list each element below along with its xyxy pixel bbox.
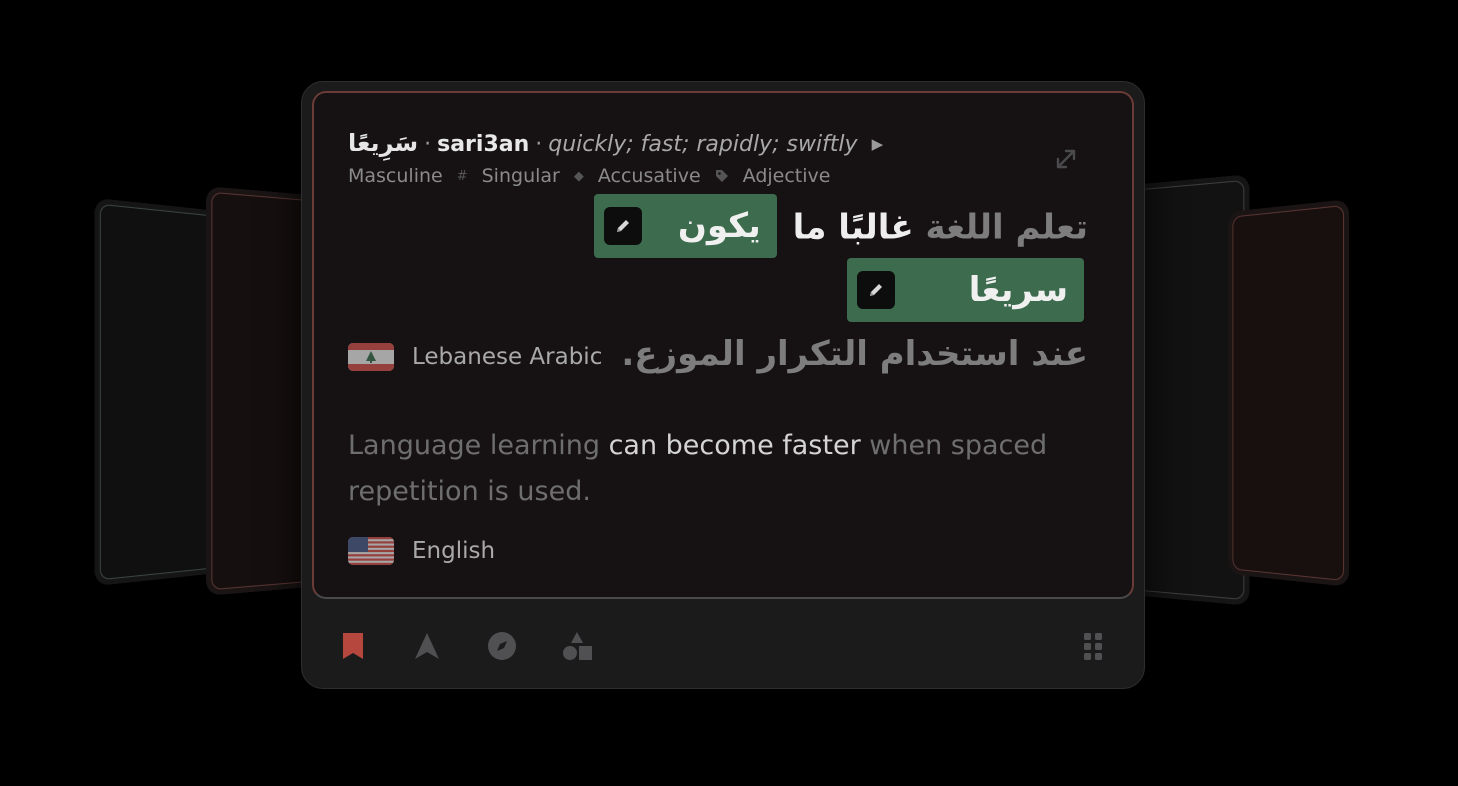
editable-word-chip[interactable]: يكون	[593, 194, 777, 258]
tag-gender: Masculine	[348, 165, 443, 187]
tag-case: Accusative	[597, 165, 701, 187]
lebanon-flag-icon	[348, 343, 394, 371]
chip-word: سريعًا	[968, 270, 1068, 310]
stage: سَرِيعًا · sari3an · quickly; fast; rapi…	[0, 0, 1458, 786]
separator-dot: ·	[424, 132, 432, 157]
english-sentence-highlight: can become faster	[608, 430, 861, 461]
stacked-card-right-far[interactable]	[1228, 199, 1350, 587]
bottom-toolbar	[302, 598, 1144, 688]
diamond-icon: ◆	[573, 168, 584, 184]
usa-flag-icon	[348, 537, 394, 565]
target-language-name: English	[412, 538, 496, 564]
target-language-label: English	[348, 537, 495, 565]
arabic-sentence-start: تعلم اللغة	[925, 207, 1088, 248]
navigate-icon[interactable]	[412, 631, 442, 661]
expand-icon[interactable]	[1052, 145, 1080, 173]
word-gloss: quickly; fast; rapidly; swiftly	[548, 132, 858, 157]
hash-icon: #	[456, 168, 468, 184]
english-sentence: Language learning can become faster when…	[348, 423, 1048, 515]
flashcard: سَرِيعًا · sari3an · quickly; fast; rapi…	[301, 81, 1145, 689]
grid-menu-icon[interactable]	[1078, 631, 1108, 661]
tag-part-of-speech: Adjective	[742, 165, 831, 187]
bookmark-icon[interactable]	[338, 631, 368, 661]
tag-icon	[715, 169, 729, 183]
arabic-sentence-line2: عند استخدام التكرار الموزع.	[621, 334, 1088, 374]
pencil-icon[interactable]	[603, 207, 642, 245]
arabic-sentence-highlight: غالبًا ما	[792, 207, 914, 248]
word-header: سَرِيعًا · sari3an · quickly; fast; rapi…	[348, 129, 883, 157]
source-language-name: Lebanese Arabic	[412, 344, 603, 370]
source-language-label: Lebanese Arabic	[348, 343, 602, 371]
play-audio-icon[interactable]: ▶	[872, 135, 884, 153]
chip-word: يكون	[677, 206, 761, 246]
grammar-tags: Masculine # Singular ◆ Accusative Adject…	[348, 165, 830, 187]
compass-icon[interactable]	[487, 631, 517, 661]
english-sentence-start: Language learning	[348, 430, 609, 461]
pencil-icon[interactable]	[856, 271, 895, 309]
tag-number: Singular	[481, 165, 560, 187]
word-arabic: سَرِيعًا	[348, 129, 419, 157]
separator-dot: ·	[535, 132, 543, 157]
editable-word-chip[interactable]: سريعًا	[846, 258, 1084, 322]
card-content-panel: سَرِيعًا · sari3an · quickly; fast; rapi…	[312, 91, 1134, 599]
word-transliteration: sari3an	[437, 132, 530, 157]
shapes-icon[interactable]	[562, 631, 592, 661]
